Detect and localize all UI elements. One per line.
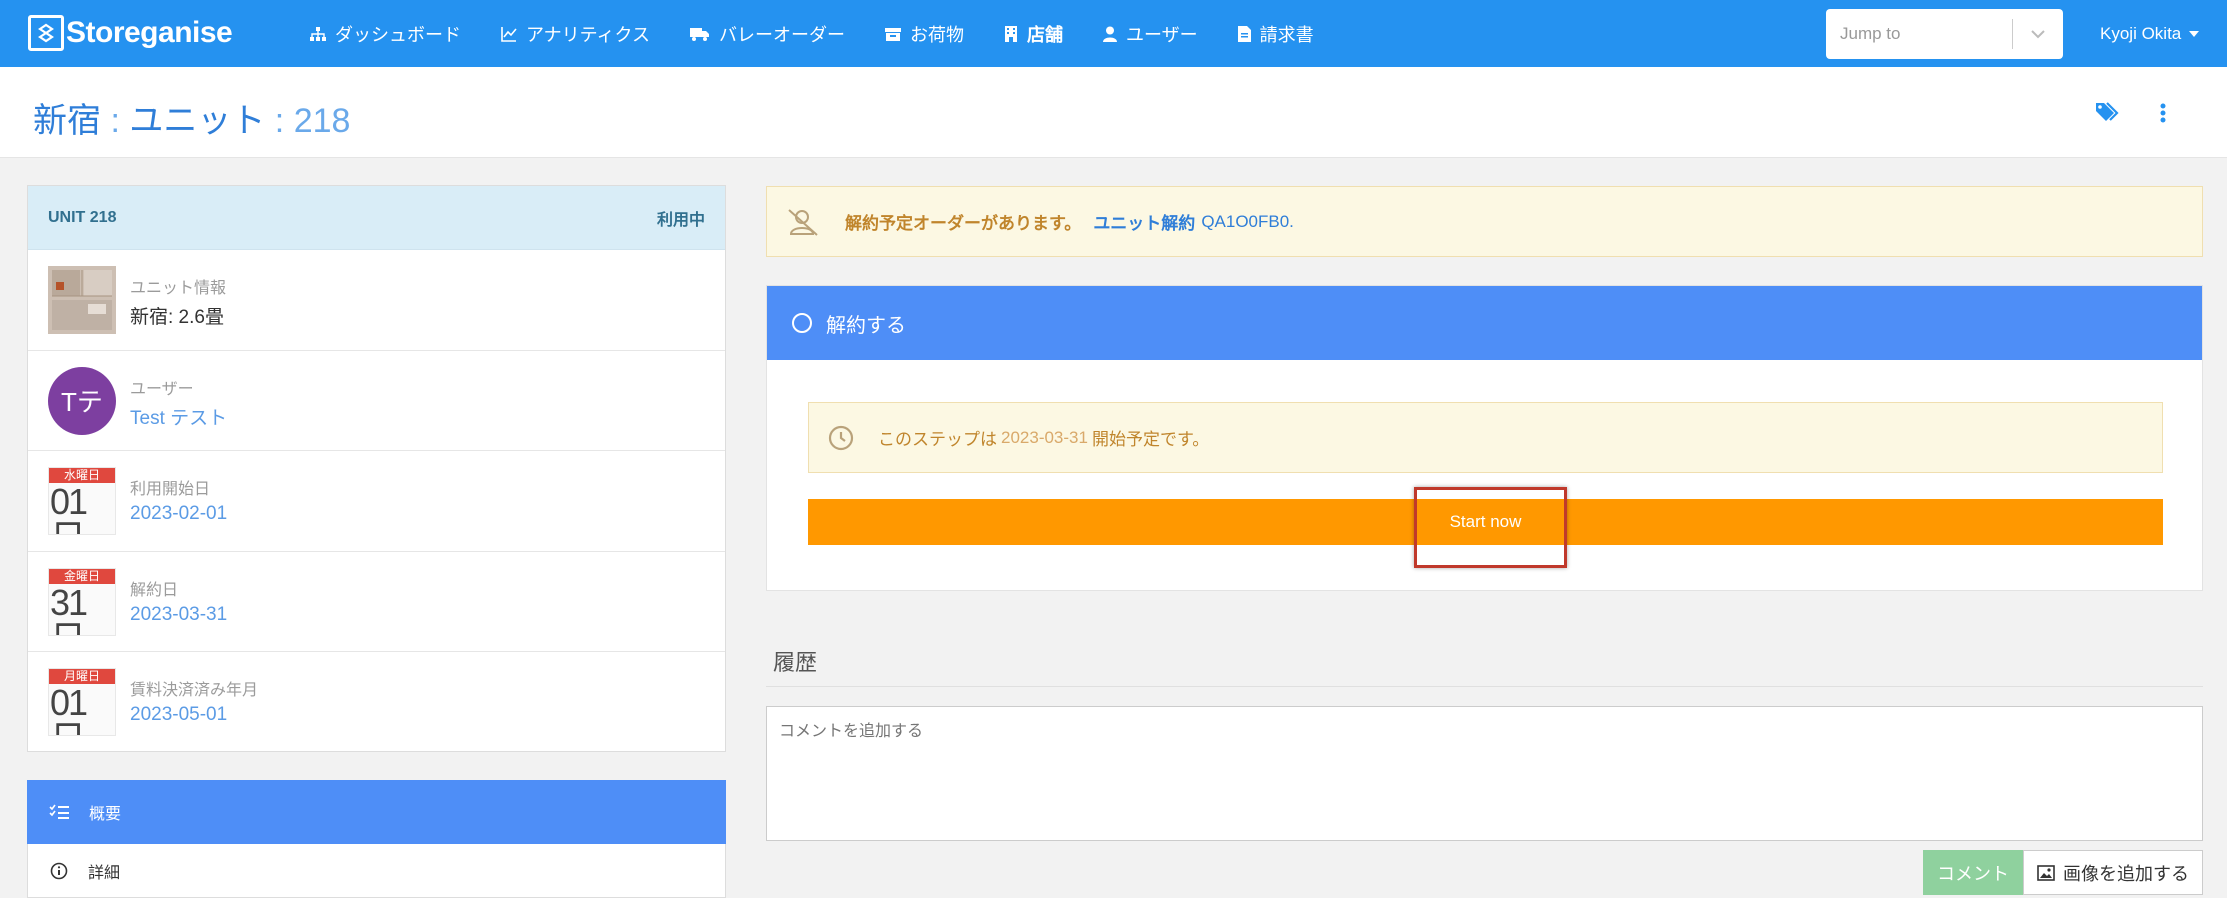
step-status-circle-icon [792, 313, 812, 333]
unit-floorplan-thumbnail [48, 266, 116, 334]
nav-dashboard[interactable]: ダッシュボード [310, 21, 461, 47]
comment-submit-button[interactable]: コメント [1923, 850, 2023, 895]
sidebar-item-label: 詳細 [88, 864, 121, 882]
user-icon [1103, 26, 1118, 42]
notice-prefix: このステップは [878, 430, 997, 449]
notice-suffix: 開始予定です。 [1091, 430, 1210, 449]
nav-analytics-label: アナリティクス [526, 24, 651, 45]
nav-invoices[interactable]: 請求書 [1237, 21, 1314, 47]
top-navbar: Storeganise ダッシュボード アナリティクス バレーオーダー お荷物 … [0, 0, 2227, 67]
unit-card-title: UNIT 218 [48, 208, 117, 226]
nav-valet-orders-label: バレーオーダー [719, 24, 846, 45]
avatar: Tテ [48, 366, 116, 435]
jump-to-select[interactable]: Jump to [1826, 9, 2063, 59]
add-image-button[interactable]: 画像を追加する [2023, 850, 2203, 895]
nav-dashboard-label: ダッシュボード [335, 24, 461, 45]
caret-down-icon [2189, 30, 2200, 37]
calendar-day-number: 01日 [50, 682, 88, 736]
add-image-label: 画像を追加する [2063, 863, 2189, 884]
info-circle-icon [50, 862, 68, 879]
sidebar-item-details[interactable]: 詳細 [27, 844, 726, 898]
nav-items-label: お荷物 [910, 24, 965, 45]
billed-until-row: 月曜日 01日 賃料決済済み年月 2023-05-01 [28, 652, 725, 753]
end-date-row: 金曜日 31日 解約日 2023-03-31 [28, 552, 725, 653]
user-menu-toggle[interactable]: Kyoji Okita [2100, 0, 2200, 67]
jump-to-placeholder: Jump to [1840, 24, 1901, 43]
sitemap-icon [310, 26, 326, 41]
storeganise-logo-icon [28, 15, 64, 51]
customer-name-link[interactable]: Test テスト [130, 403, 227, 430]
building-icon [1005, 25, 1018, 42]
breadcrumb-site[interactable]: 新宿 [33, 102, 101, 140]
unit-card-header: UNIT 218 利用中 [28, 186, 725, 250]
notice-date: 2023-03-31 [1001, 427, 1088, 447]
page-header: 新宿 : ユニット : 218 [0, 67, 2227, 158]
nav-users[interactable]: ユーザー [1103, 21, 1198, 47]
page-title: 新宿 : ユニット : 218 [33, 93, 350, 142]
unit-number: 218 [293, 102, 351, 140]
brand-logo[interactable]: Storeganise [28, 15, 233, 51]
start-date-label: 利用開始日 [130, 481, 211, 499]
alert-text: 解約予定オーダーがあります。 [845, 214, 1082, 233]
history-divider [766, 686, 2203, 687]
customer-row[interactable]: Tテ ユーザー Test テスト [28, 351, 725, 452]
calendar-day-number: 01日 [50, 481, 88, 535]
start-date-row: 水曜日 01日 利用開始日 2023-02-01 [28, 451, 725, 552]
chart-icon [501, 26, 517, 42]
billed-until-label: 賃料決済済み年月 [130, 682, 259, 700]
nav-valet-orders[interactable]: バレーオーダー [690, 21, 845, 47]
step-title: 解約する [826, 314, 906, 337]
unit-info-value: 新宿: 2.6畳 [130, 307, 224, 328]
start-date-value: 2023-02-01 [130, 503, 228, 525]
box-icon [885, 27, 902, 41]
end-date-value: 2023-03-31 [130, 603, 228, 625]
image-icon [2037, 864, 2055, 881]
nav-invoices-label: 請求書 [1259, 24, 1314, 45]
brand-name: Storeganise [66, 16, 233, 49]
calendar-icon: 水曜日 01日 [48, 467, 116, 536]
nav-users-label: ユーザー [1126, 24, 1198, 45]
invoice-icon [1237, 25, 1251, 42]
more-options-icon[interactable] [2160, 103, 2166, 128]
step-header: 解約する [767, 286, 2202, 360]
task-list-icon [49, 804, 69, 819]
billed-until-value: 2023-05-01 [130, 704, 228, 726]
alert-order-id-link[interactable]: QA1O0FB0. [1201, 212, 1294, 232]
alert-order-type-link[interactable]: ユニット解約 [1093, 209, 1195, 234]
breadcrumb-separator: : [265, 102, 294, 140]
unit-info-row[interactable]: ユニット情報 新宿: 2.6畳 [28, 250, 725, 351]
clock-icon [828, 425, 854, 450]
unit-info-label: ユニット情報 [130, 280, 227, 297]
customer-label: ユーザー [130, 380, 194, 398]
nav-analytics[interactable]: アナリティクス [501, 21, 650, 47]
step-schedule-notice: このステップは 2023-03-31 開始予定です。 [808, 402, 2163, 473]
main-nav: ダッシュボード アナリティクス バレーオーダー お荷物 店舗 ユーザー 請求書 [310, 0, 1354, 67]
comment-input[interactable] [766, 706, 2203, 841]
chevron-down-icon[interactable] [2013, 29, 2063, 39]
unit-status-badge: 利用中 [656, 211, 705, 229]
user-slash-icon [788, 208, 818, 236]
truck-icon [690, 27, 710, 41]
nav-sites[interactable]: 店舗 [1004, 21, 1063, 47]
sidebar-item-label: 概要 [89, 806, 122, 823]
user-name: Kyoji Okita [2100, 23, 2182, 43]
breadcrumb-unit[interactable]: ユニット [129, 102, 265, 140]
nav-sites-label: 店舗 [1027, 24, 1064, 45]
pending-order-alert: 解約予定オーダーがあります。 ユニット解約 QA1O0FB0. [766, 186, 2203, 257]
highlight-annotation [1414, 487, 1567, 568]
calendar-day-number: 31日 [50, 581, 88, 635]
breadcrumb-separator: : [101, 102, 130, 140]
history-heading: 履歴 [773, 650, 818, 675]
calendar-icon: 月曜日 01日 [48, 668, 116, 737]
sidebar-item-overview[interactable]: 概要 [27, 780, 726, 844]
tags-icon[interactable] [2095, 101, 2121, 128]
nav-items-storage[interactable]: お荷物 [885, 21, 964, 47]
end-date-label: 解約日 [130, 581, 179, 599]
unit-summary-card: UNIT 218 利用中 ユニット情報 新宿: 2.6畳 Tテ ユーザー Tes… [27, 185, 726, 752]
calendar-icon: 金曜日 31日 [48, 567, 116, 636]
